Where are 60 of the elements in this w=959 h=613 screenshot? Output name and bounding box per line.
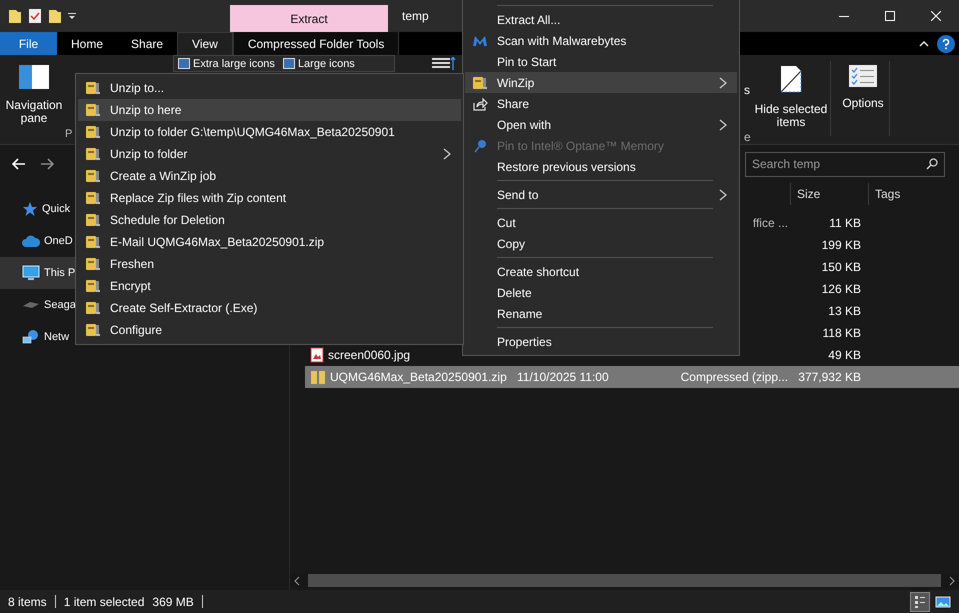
ribbon-option-label: s (744, 83, 750, 97)
layout-option[interactable]: Large icons (282, 58, 355, 70)
menu-item[interactable]: Unzip to here (78, 99, 461, 121)
menu-item[interactable]: Rename (465, 303, 737, 324)
menu-item[interactable]: Schedule for Deletion (78, 209, 461, 231)
layout-option[interactable]: Extra large icons (178, 58, 275, 70)
menu-item[interactable]: Extract All... (465, 9, 737, 30)
file-name: UQMG46Max_Beta20250901.zip (330, 370, 507, 384)
ribbon-tab[interactable]: Home (57, 32, 118, 55)
menu-item[interactable]: Restore previous versions (465, 156, 737, 177)
file-type: ffice ... (752, 216, 788, 230)
ribbon-tab[interactable]: Compressed Folder Tools (232, 32, 400, 55)
menu-item[interactable]: Properties (465, 331, 737, 352)
selection-count: 1 item selected (64, 594, 144, 608)
file-size: 377,932 KB (798, 370, 861, 384)
navigation-item[interactable]: Quick (0, 193, 75, 225)
ribbon-tab[interactable]: Share (117, 32, 178, 55)
selection-size: 369 MB (152, 594, 194, 608)
menu-item[interactable]: Open with (465, 114, 737, 135)
menu-item[interactable]: Replace Zip files with Zip content (78, 187, 461, 209)
menu-item[interactable]: Cut (465, 212, 737, 233)
menu-item[interactable]: Delete (465, 282, 737, 303)
file-date: 11/10/2025 11:00 (517, 370, 609, 384)
navigation-item[interactable]: Seaga (0, 289, 75, 321)
menu-item[interactable]: Encrypt (78, 275, 461, 297)
navigation-item[interactable]: Netw (0, 321, 75, 353)
menu-item[interactable]: Scan with Malwarebytes (465, 30, 737, 51)
context-tab-header: Extract (230, 5, 388, 32)
file-type: Compressed (zipp... (680, 370, 788, 384)
navigation-item[interactable]: This P (0, 257, 75, 289)
menu-item[interactable]: Copy (465, 233, 737, 254)
menu-item[interactable]: Create Self-Extractor (.Exe) (78, 297, 461, 319)
menu-item[interactable]: Unzip to folder (78, 143, 461, 165)
menu-item[interactable]: Unzip to... (78, 77, 461, 99)
menu-item[interactable]: Create shortcut (465, 261, 737, 282)
menu-item[interactable]: Configure (78, 319, 461, 341)
window-title: temp (401, 8, 429, 25)
file-size: 49 KB (828, 348, 861, 362)
menu-item[interactable]: Pin to Start (465, 51, 737, 72)
menu-item[interactable]: Send to (465, 184, 737, 205)
ribbon-tab[interactable]: File (0, 32, 57, 55)
column-header[interactable]: Tags (868, 183, 950, 205)
ribbon-tab[interactable]: View (177, 32, 233, 55)
options-button[interactable]: Options (837, 55, 889, 144)
menu-item[interactable]: Unzip to folder G:\temp\UQMG46Max_Beta20250901 (78, 121, 461, 143)
column-header[interactable]: Size (790, 183, 868, 205)
ribbon-group-label: P (65, 128, 72, 140)
hide-selected-items-button[interactable]: Hide selected items (752, 55, 830, 144)
menu-item[interactable]: Create a WinZip job (78, 165, 461, 187)
item-count: 8 items (8, 594, 47, 608)
menu-item[interactable]: Share (465, 93, 737, 114)
navigation-item[interactable]: OneD (0, 225, 75, 257)
ribbon-group-label: e (744, 130, 751, 144)
file-row[interactable]: UQMG46Max_Beta20250901.zip 11/10/2025 11:00 Compressed (zipp... 377,932 KB (305, 366, 959, 388)
menu-item[interactable]: Freshen (78, 253, 461, 275)
menu-item[interactable]: E-Mail UQMG46Max_Beta20250901.zip (78, 231, 461, 253)
search-field[interactable]: Search temp (745, 152, 945, 176)
file-size: 11 KB (829, 216, 861, 230)
file-name: screen0060.jpg (328, 348, 410, 362)
menu-item[interactable]: WinZip (465, 72, 737, 93)
